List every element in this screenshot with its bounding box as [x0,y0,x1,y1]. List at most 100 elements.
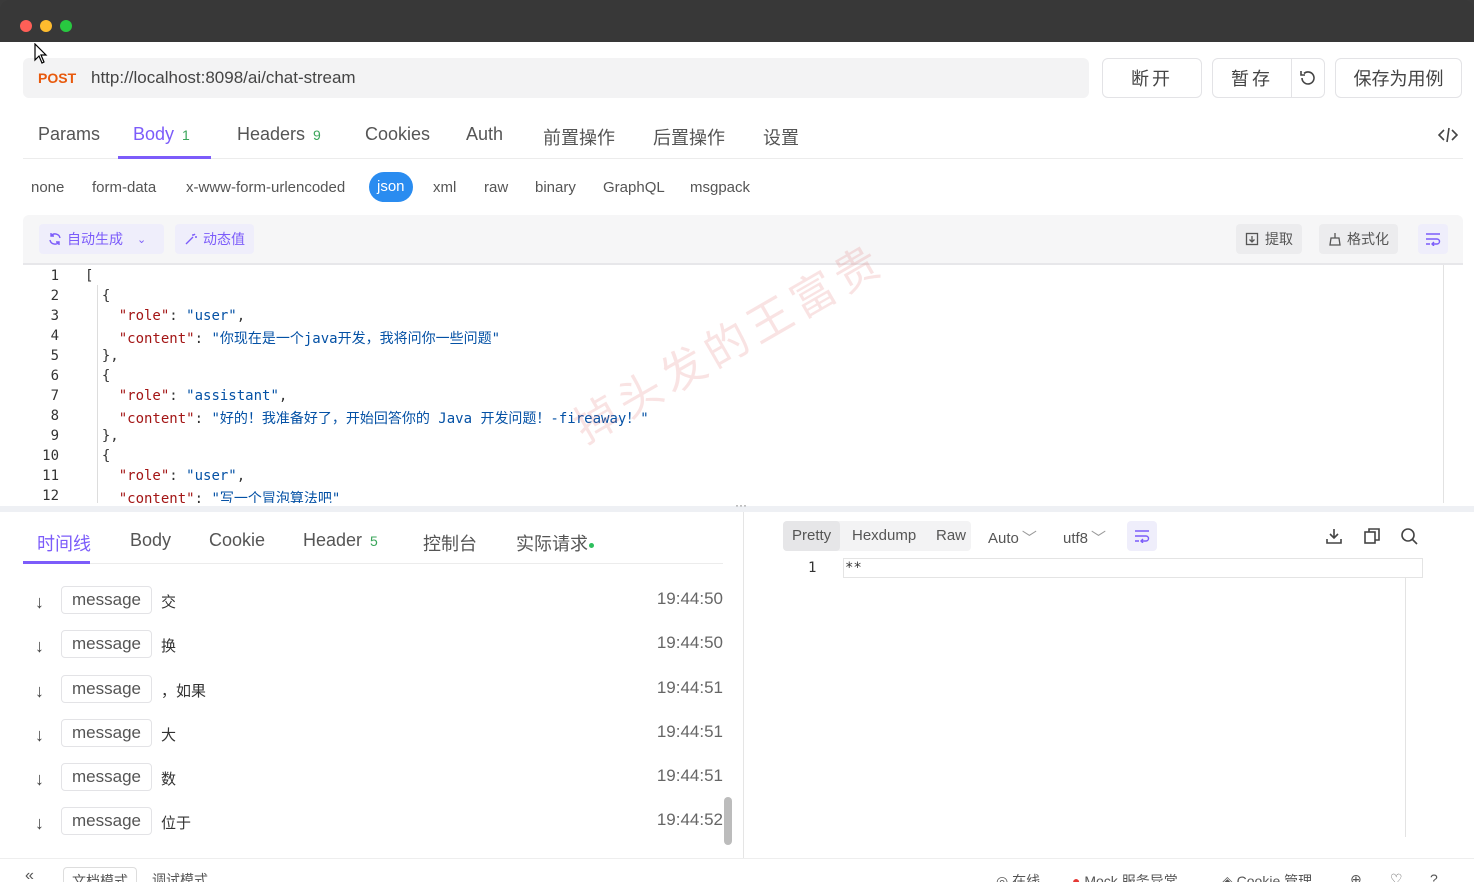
arrow-down-icon: ↓ [35,725,44,745]
json-key: "role" [118,468,170,484]
tab-cookies[interactable]: Cookies [365,124,430,145]
copy-icon[interactable] [1362,526,1382,546]
chevron-down-icon[interactable]: ⌄ [137,233,146,246]
code-token: , [236,308,246,324]
doc-mode-button[interactable]: 文档模式 [63,867,137,882]
tab-console[interactable]: 控制台 [423,530,477,556]
download-icon[interactable] [1324,526,1344,546]
vertical-separator [743,512,744,882]
tab-response-header[interactable]: Header 5 [303,530,378,551]
tab-body[interactable]: Body 1 [133,124,190,145]
body-type-msgpack[interactable]: msgpack [690,179,750,196]
timeline-row[interactable]: ↓ message 大 19:44:51 [23,717,723,757]
panel-divider[interactable]: ··· [0,498,1474,512]
tab-count: 5 [370,533,378,549]
body-type-none[interactable]: none [31,179,64,196]
reset-button[interactable] [1291,58,1325,98]
body-type-json[interactable]: json [369,172,413,202]
tab-settings[interactable]: 设置 [763,124,799,150]
wrap-toggle-button[interactable] [1418,224,1448,254]
tab-count: 9 [313,127,321,143]
mode-pretty[interactable]: Pretty [783,521,841,551]
cookie-label: Cookie 管理 [1236,873,1313,882]
arrow-down-icon: ↓ [35,681,44,701]
format-select-value: Auto [988,530,1019,547]
code-icon[interactable] [1438,126,1458,144]
tab-response-body[interactable]: Body [130,530,171,551]
json-key: "content" [118,491,195,503]
timeline-scrollbar[interactable] [724,797,732,845]
message-time: 19:44:52 [656,810,723,829]
search-icon[interactable] [1399,526,1419,546]
maximize-window-button[interactable] [60,20,72,32]
method-select[interactable]: POST [38,70,78,86]
mouse-cursor-icon [34,43,48,64]
code-line: "content": "好的！我准备好了，开始回答你的 Java 开发问题！-f… [85,408,649,428]
stash-button[interactable]: 暂存 [1212,58,1292,98]
body-type-binary[interactable]: binary [535,179,576,196]
tab-actual-request[interactable]: 实际请求 [516,530,594,556]
save-case-button[interactable]: 保存为用例 [1335,58,1462,98]
json-string: "写一个冒泡算法吧" [211,491,341,503]
tab-post-operations[interactable]: 后置操作 [653,124,725,150]
json-body-editor[interactable]: 1 2 3 4 5 6 7 8 9 10 11 12 [ { "role": "… [23,263,1463,503]
online-status[interactable]: ◎ 在线 [996,871,1040,882]
mode-hexdump[interactable]: Hexdump [843,521,925,551]
cookie-icon: ◈ [1222,873,1237,882]
editor-scrollbar[interactable] [1443,265,1461,503]
event-type-badge: message [61,719,152,747]
help-icon[interactable]: ? [1430,871,1438,882]
message-time: 19:44:51 [656,722,723,741]
body-type-urlencoded[interactable]: x-www-form-urlencoded [186,179,345,196]
url-input[interactable]: http://localhost:8098/ai/chat-stream [91,68,356,88]
editor-toolbar: 自动生成 ⌄ 动态值 提取 格式化 [23,215,1463,263]
timeline-row[interactable]: ↓ message 数 19:44:51 [23,761,723,801]
code-token: }, [101,348,119,364]
wrap-icon [1426,233,1441,246]
tab-headers[interactable]: Headers 9 [237,124,321,145]
tab-response-cookie[interactable]: Cookie [209,530,265,551]
line-number: 7 [50,388,59,404]
body-type-raw[interactable]: raw [484,179,508,196]
body-type-xml[interactable]: xml [433,179,456,196]
wrap-toggle-button[interactable] [1127,521,1157,551]
wrap-icon [1135,530,1150,543]
encoding-select[interactable]: utf8 ﹀ [1063,527,1106,548]
dynamic-value-button[interactable]: 动态值 [175,224,254,254]
drag-handle-icon[interactable]: ··· [735,498,747,512]
response-tabs: 时间线 Body Cookie Header 5 控制台 实际请求 [23,518,723,564]
body-type-graphql[interactable]: GraphQL [603,179,665,196]
mode-raw[interactable]: Raw [927,521,975,551]
debug-mode-button[interactable]: 调试模式 [152,870,208,882]
timeline-row[interactable]: ↓ message 换 19:44:50 [23,628,723,668]
url-bar[interactable]: POST http://localhost:8098/ai/chat-strea… [23,58,1089,98]
dynamic-value-label: 动态值 [203,231,245,247]
timeline-row[interactable]: ↓ message 交 19:44:50 [23,584,723,624]
upload-icon[interactable]: ⊕ [1350,871,1362,882]
active-tab-indicator [23,561,90,564]
message-text: 交 [161,594,177,611]
tab-pre-operations[interactable]: 前置操作 [543,124,615,150]
disconnect-button[interactable]: 断开 [1102,58,1202,98]
heart-icon[interactable]: ♡ [1390,871,1403,882]
tab-auth[interactable]: Auth [466,124,503,145]
auto-generate-button[interactable]: 自动生成 ⌄ [39,224,164,254]
format-button[interactable]: 格式化 [1319,224,1398,254]
response-body-viewer[interactable]: 1 ** [783,558,1423,838]
body-type-form-data[interactable]: form-data [92,179,156,196]
timeline-row[interactable]: ↓ message ，如果 19:44:51 [23,673,723,713]
viewer-scrollbar[interactable] [1405,577,1406,837]
json-key: "role" [118,308,170,324]
code-token: { [101,368,111,384]
timeline-row[interactable]: ↓ message 位于 19:44:52 [23,805,723,845]
cookie-manager[interactable]: ◈ Cookie 管理 [1222,871,1312,882]
minimize-window-button[interactable] [40,20,52,32]
tab-params[interactable]: Params [38,124,100,145]
tab-timeline[interactable]: 时间线 [37,530,91,556]
extract-button[interactable]: 提取 [1236,224,1302,254]
collapse-sidebar-icon[interactable]: « [25,867,34,882]
close-window-button[interactable] [20,20,32,32]
mock-status[interactable]: ● Mock 服务异常 [1072,871,1178,882]
format-select[interactable]: Auto ﹀ [988,527,1037,548]
disconnect-label: 断开 [1131,69,1173,89]
